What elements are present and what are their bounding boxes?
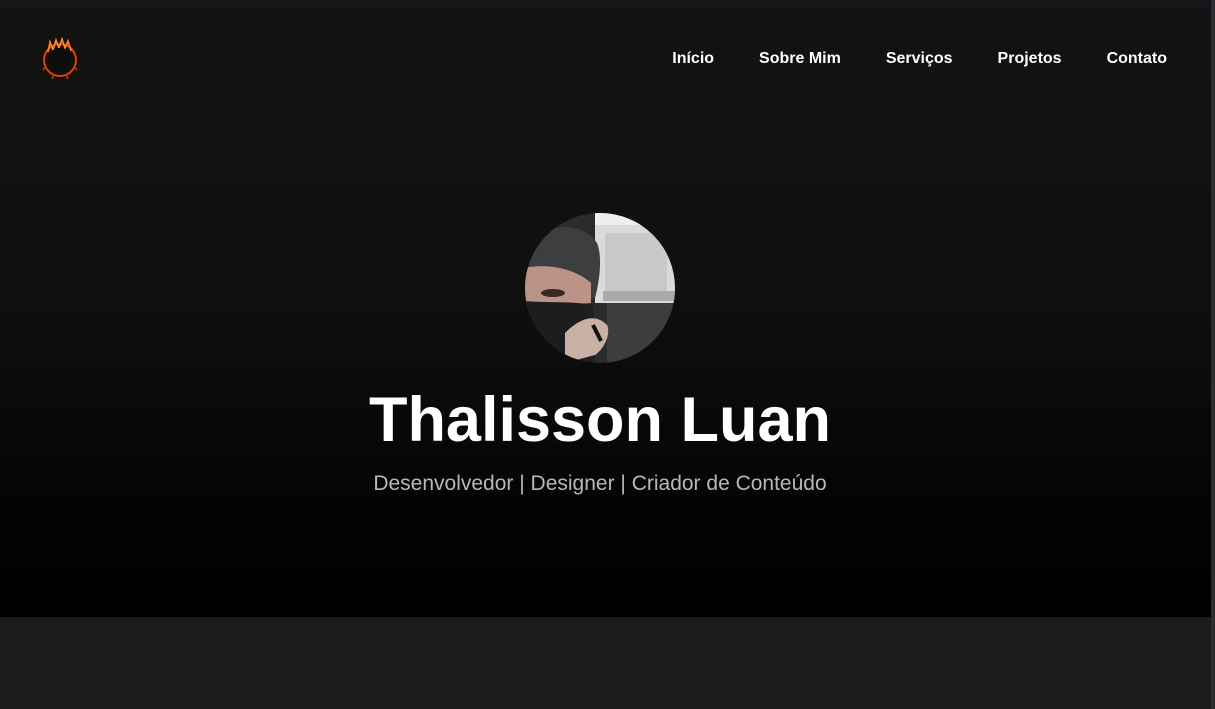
- nav-link-projetos[interactable]: Projetos: [998, 48, 1062, 70]
- main-nav: Início Sobre Mim Serviços Projetos Conta…: [627, 48, 1167, 70]
- nav-link-sobre-mim[interactable]: Sobre Mim: [759, 48, 841, 70]
- page-scrollbar[interactable]: [1211, 0, 1215, 709]
- nav-link-contato[interactable]: Contato: [1107, 48, 1167, 70]
- page: Início Sobre Mim Serviços Projetos Conta…: [0, 0, 1215, 709]
- flaming-ring-logo-icon[interactable]: [40, 36, 80, 80]
- profile-avatar: [525, 213, 675, 363]
- navbar: Início Sobre Mim Serviços Projetos Conta…: [0, 8, 1211, 112]
- nav-link-servicos[interactable]: Serviços: [886, 48, 953, 70]
- top-strip: [0, 0, 1215, 8]
- nav-link-inicio[interactable]: Início: [672, 48, 714, 70]
- hero-tagline: Desenvolvedor | Designer | Criador de Co…: [373, 472, 827, 495]
- hero-name: Thalisson Luan: [368, 385, 832, 455]
